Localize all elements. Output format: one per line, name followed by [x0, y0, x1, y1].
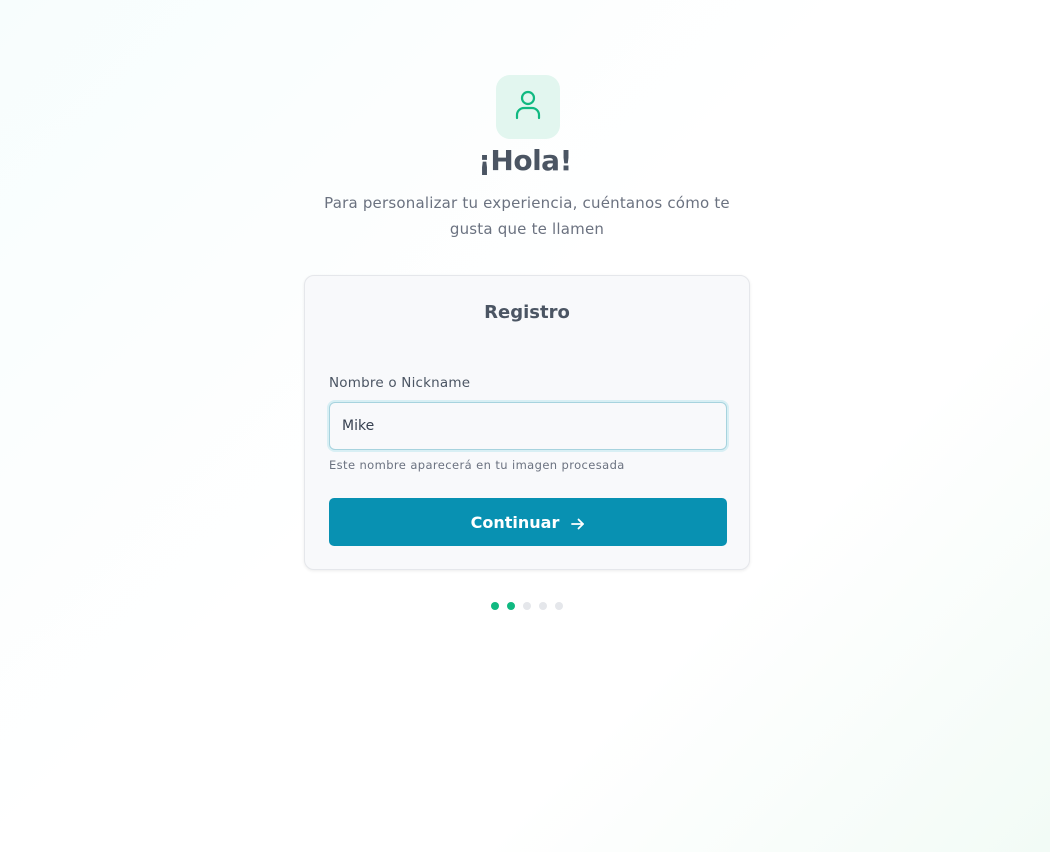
step-progress-dots [491, 602, 563, 610]
page-subtitle: Para personalizar tu experiencia, cuénta… [324, 194, 730, 238]
user-icon [515, 90, 541, 124]
step-dot [523, 602, 531, 610]
arrow-right-icon [571, 518, 585, 530]
step-dot [507, 602, 515, 610]
page-title: ¡Hola! [478, 144, 572, 177]
continue-button-label: Continuar [470, 512, 560, 532]
step-dot [539, 602, 547, 610]
nickname-help-text: Este nombre aparecerá en tu imagen proce… [329, 458, 625, 472]
step-dot [555, 602, 563, 610]
registration-card: Registro Nombre o Nickname Este nombre a… [304, 275, 750, 570]
nickname-input[interactable] [329, 402, 727, 450]
continue-button[interactable]: Continuar [329, 498, 727, 546]
user-icon-tile [496, 75, 560, 139]
card-title: Registro [484, 302, 570, 323]
step-dot [491, 602, 499, 610]
nickname-label: Nombre o Nickname [329, 375, 471, 391]
